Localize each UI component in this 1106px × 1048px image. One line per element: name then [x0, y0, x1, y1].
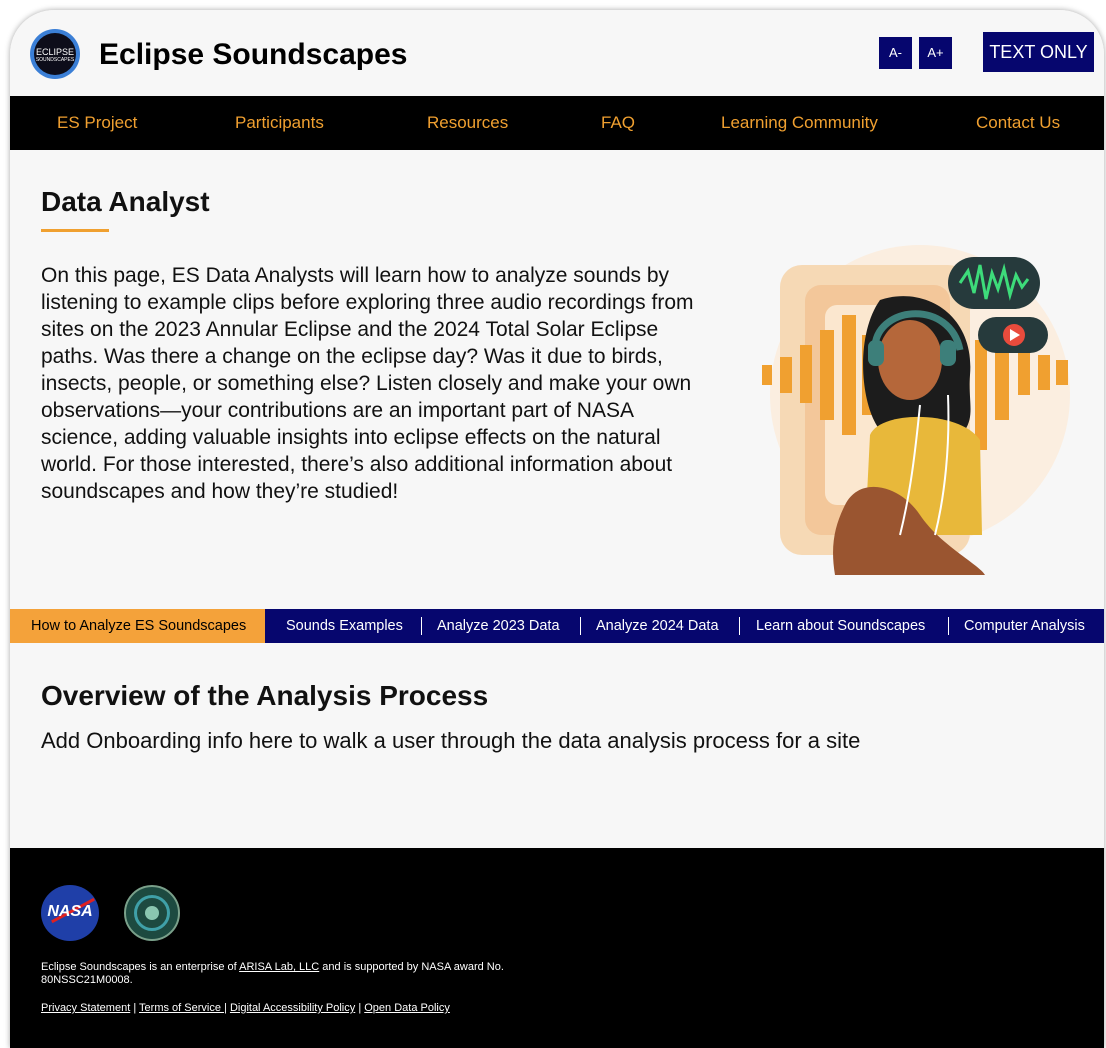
nav-item-participants[interactable]: Participants [235, 96, 324, 150]
arisa-lab-link[interactable]: ARISA Lab, LLC [239, 961, 319, 973]
heading-underline [41, 229, 109, 232]
tab-analyze-2024[interactable]: Analyze 2024 Data [596, 609, 719, 643]
logo-text: ECLIPSE [35, 47, 75, 57]
nasa-logo[interactable]: NASA [41, 885, 99, 941]
tab-sounds-examples[interactable]: Sounds Examples [286, 609, 403, 643]
nav-item-contact-us[interactable]: Contact Us [976, 96, 1060, 150]
listener-illustration [762, 245, 1070, 575]
nav-item-faq[interactable]: FAQ [601, 96, 635, 150]
terms-of-service-link[interactable]: Terms of Service [139, 1002, 224, 1014]
site-header: ECLIPSE SOUNDSCAPES Eclipse Soundscapes … [10, 10, 1104, 96]
nav-item-resources[interactable]: Resources [427, 96, 508, 150]
nav-item-es-project[interactable]: ES Project [57, 96, 137, 150]
eclipse-soundscapes-logo[interactable]: ECLIPSE SOUNDSCAPES [30, 29, 80, 79]
overview-heading: Overview of the Analysis Process [41, 680, 489, 711]
decrease-font-button[interactable]: A- [879, 37, 912, 69]
tab-analyze-2023[interactable]: Analyze 2023 Data [437, 609, 560, 643]
tab-separator [948, 617, 949, 635]
logo-subtext: SOUNDSCAPES [35, 57, 75, 63]
footer-link-separator: | [355, 1002, 365, 1014]
open-data-policy-link[interactable]: Open Data Policy [364, 1002, 450, 1014]
tab-learn-soundscapes[interactable]: Learn about Soundscapes [756, 609, 925, 643]
site-title[interactable]: Eclipse Soundscapes [99, 38, 407, 72]
nasa-logo-text: NASA [47, 903, 93, 920]
increase-font-button[interactable]: A+ [919, 37, 952, 69]
tab-computer-analysis[interactable]: Computer Analysis [964, 609, 1085, 643]
overview-text: Add Onboarding info here to walk a user … [41, 728, 861, 753]
page-title: Data Analyst [41, 186, 210, 217]
footer-credit: Eclipse Soundscapes is an enterprise of … [41, 961, 581, 987]
privacy-statement-link[interactable]: Privacy Statement [41, 1002, 130, 1014]
footer-credit-text: Eclipse Soundscapes is an enterprise of [41, 961, 240, 973]
tab-separator [421, 617, 422, 635]
intro-paragraph: On this page, ES Data Analysts will lear… [41, 264, 694, 503]
nav-item-learning-community[interactable]: Learning Community [721, 96, 878, 150]
site-footer: NASA Eclipse Soundscapes is an enterpris… [10, 848, 1104, 1048]
footer-link-separator: | [130, 1002, 140, 1014]
footer-links: Privacy Statement | Terms of Service | D… [41, 1002, 450, 1014]
main-nav: ES Project Participants Resources FAQ Le… [10, 96, 1104, 150]
text-only-button[interactable]: TEXT ONLY [983, 32, 1094, 72]
page-frame: ECLIPSE SOUNDSCAPES Eclipse Soundscapes … [10, 10, 1104, 1048]
section-tabs: How to Analyze ES Soundscapes Sounds Exa… [10, 609, 1104, 643]
heliophysics-seal-icon[interactable] [124, 885, 180, 941]
tab-separator [739, 617, 740, 635]
digital-accessibility-policy-link[interactable]: Digital Accessibility Policy [230, 1002, 355, 1014]
tab-how-to-analyze[interactable]: How to Analyze ES Soundscapes [10, 609, 266, 643]
tab-separator [580, 617, 581, 635]
